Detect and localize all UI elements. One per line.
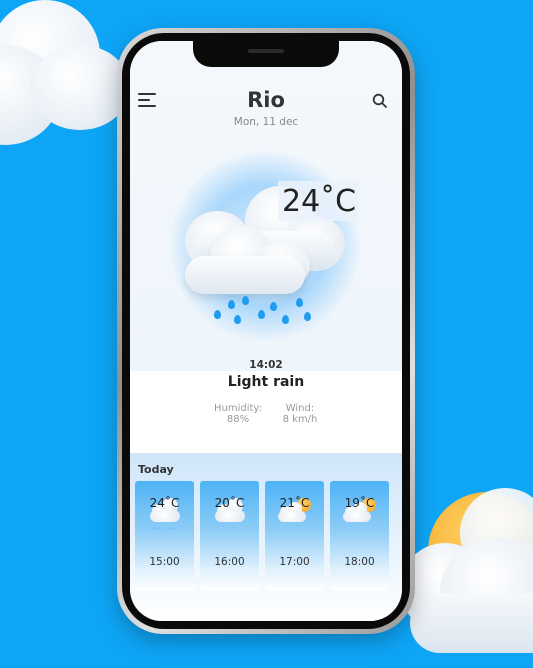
- hourly-time: 17:00: [279, 556, 310, 568]
- hourly-temperature: 20˚C: [214, 496, 245, 510]
- hourly-card[interactable]: 20˚C 16:00: [200, 481, 259, 591]
- weather-condition: Light rain: [227, 374, 305, 390]
- city-name: Rio: [247, 88, 285, 112]
- phone-notch: [193, 41, 339, 67]
- wind-label: Wind:: [285, 403, 315, 414]
- wind-stat: Wind: 8 km/h: [270, 403, 330, 425]
- humidity-label: Humidity:: [214, 403, 262, 414]
- current-date: Mon, 11 dec: [233, 116, 299, 128]
- current-temperature: 24˚C: [282, 184, 357, 219]
- rain-drops-icon: [212, 296, 322, 336]
- search-icon[interactable]: [372, 93, 388, 109]
- hourly-time: 16:00: [214, 556, 245, 568]
- phone-frame: Rio Mon, 11 dec 24˚C 14:02 Light rain Hu…: [117, 28, 415, 634]
- current-time: 14:02: [249, 359, 283, 371]
- humidity-value: 88%: [226, 414, 250, 425]
- hourly-time: 18:00: [344, 556, 375, 568]
- background-cloud-icon: [400, 488, 533, 668]
- section-title: Today: [138, 463, 174, 476]
- current-weather-hero: Rio Mon, 11 dec 24˚C: [130, 41, 402, 371]
- hourly-temperature: 19˚C: [344, 496, 375, 510]
- wind-value: 8 km/h: [282, 414, 318, 425]
- hourly-card[interactable]: 19˚C 18:00: [330, 481, 389, 591]
- hourly-card[interactable]: 21˚C 17:00: [265, 481, 324, 591]
- hourly-forecast-panel: Today ˙˙˙˙˙ 24˚C 15:00 20˚C 16:00 21˚C 1…: [130, 453, 402, 621]
- hourly-temperature: 21˚C: [279, 496, 310, 510]
- weather-app-screen: Rio Mon, 11 dec 24˚C 14:02 Light rain Hu…: [130, 41, 402, 621]
- humidity-stat: Humidity: 88%: [208, 403, 268, 425]
- hourly-temperature: 24˚C: [149, 496, 180, 510]
- hourly-time: 15:00: [149, 556, 180, 568]
- hourly-card[interactable]: ˙˙˙˙˙ 24˚C 15:00: [135, 481, 194, 591]
